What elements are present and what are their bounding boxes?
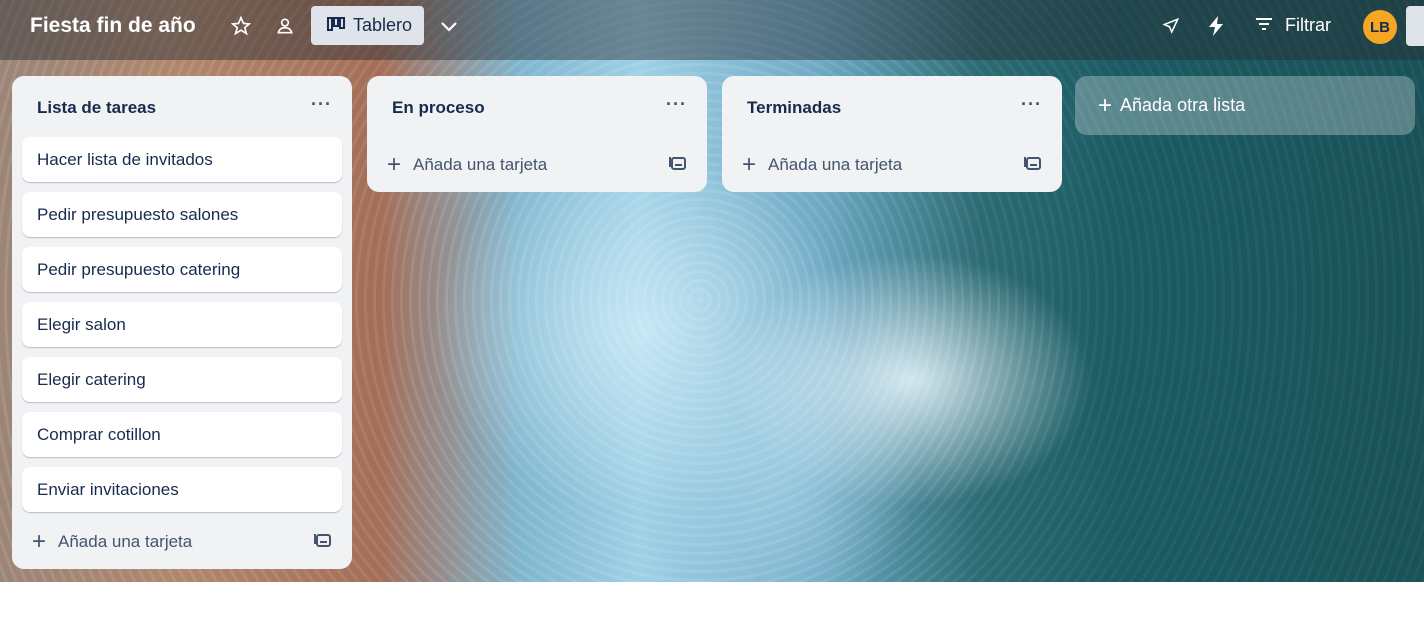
card[interactable]: Comprar cotillon — [22, 412, 342, 457]
board-header: Fiesta fin de año Tablero Filtrar LB — [0, 0, 1424, 60]
chevron-down-icon[interactable] — [437, 14, 461, 38]
plus-icon: + — [742, 151, 757, 178]
add-card-label: Añada una tarjeta — [768, 155, 903, 174]
lightning-icon[interactable] — [1204, 14, 1228, 38]
ellipsis-icon[interactable]: ··· — [311, 94, 332, 115]
card[interactable]: Enviar invitaciones — [22, 467, 342, 512]
list-en-proceso: En proceso ··· + Añada una tarjeta — [367, 76, 707, 192]
card[interactable]: Elegir catering — [22, 357, 342, 402]
rocket-icon[interactable] — [1159, 14, 1183, 38]
add-card-label: Añada una tarjeta — [413, 155, 548, 174]
avatar[interactable]: LB — [1363, 10, 1397, 44]
board-title[interactable]: Fiesta fin de año — [30, 14, 196, 38]
add-card-label: Añada una tarjeta — [58, 532, 193, 551]
board-view-icon — [327, 15, 345, 36]
card[interactable]: Pedir presupuesto catering — [22, 247, 342, 292]
filter-label: Filtrar — [1285, 15, 1331, 35]
add-list-button[interactable]: + Añada otra lista — [1075, 76, 1415, 135]
card[interactable]: Pedir presupuesto salones — [22, 192, 342, 237]
plus-icon: + — [1098, 91, 1113, 119]
plus-icon: + — [32, 528, 47, 555]
card[interactable]: Hacer lista de invitados — [22, 137, 342, 182]
filter-button[interactable]: Filtrar — [1255, 15, 1331, 36]
card-template-icon[interactable] — [669, 155, 687, 176]
filter-icon — [1255, 15, 1273, 36]
list-title[interactable]: Terminadas — [747, 98, 841, 118]
board-canvas: Fiesta fin de año Tablero Filtrar LB Lis… — [0, 0, 1424, 582]
board-view-label: Tablero — [353, 15, 413, 35]
board-view-button[interactable]: Tablero — [311, 6, 424, 45]
list-lista-de-tareas: Lista de tareas ··· Hacer lista de invit… — [12, 76, 352, 569]
card-template-icon[interactable] — [1024, 155, 1042, 176]
star-icon[interactable] — [229, 14, 253, 38]
add-card-button[interactable]: + Añada una tarjeta — [32, 530, 192, 554]
card-template-icon[interactable] — [314, 532, 332, 553]
share-button[interactable] — [1406, 6, 1424, 46]
ellipsis-icon[interactable]: ··· — [666, 94, 687, 115]
add-card-button[interactable]: + Añada una tarjeta — [742, 153, 902, 177]
add-list-label: Añada otra lista — [1120, 95, 1246, 115]
add-card-button[interactable]: + Añada una tarjeta — [387, 153, 547, 177]
list-title[interactable]: Lista de tareas — [37, 98, 156, 118]
ellipsis-icon[interactable]: ··· — [1021, 94, 1042, 115]
list-title[interactable]: En proceso — [392, 98, 485, 118]
list-terminadas: Terminadas ··· + Añada una tarjeta — [722, 76, 1062, 192]
workspace-visibility-icon[interactable] — [273, 14, 297, 38]
card[interactable]: Elegir salon — [22, 302, 342, 347]
plus-icon: + — [387, 151, 402, 178]
